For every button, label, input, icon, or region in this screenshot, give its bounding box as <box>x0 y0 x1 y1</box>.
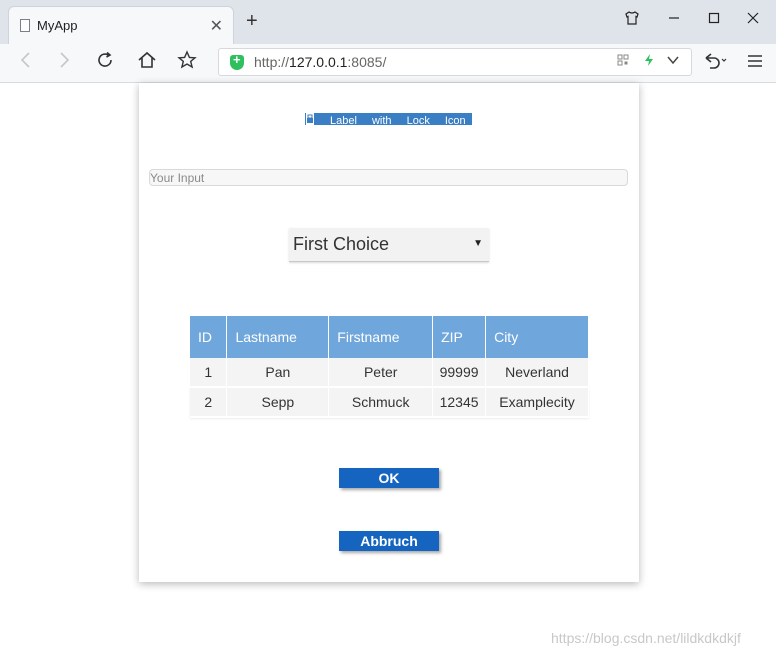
url-host: 127.0.0.1 <box>289 54 348 70</box>
plus-icon[interactable]: + <box>246 11 258 31</box>
forward-icon[interactable] <box>52 50 78 76</box>
lightning-icon[interactable] <box>643 53 655 70</box>
browser-toolbar: http://127.0.0.1:8085/ <box>0 44 776 83</box>
table-cell: Sepp <box>226 387 330 418</box>
close-icon[interactable]: ✕ <box>210 16 223 36</box>
table-row[interactable]: 1 Pan Peter 99999 Neverland <box>190 358 589 388</box>
url-text: http://127.0.0.1:8085/ <box>254 54 386 70</box>
dropdown-arrow-icon: ▼ <box>473 238 483 249</box>
home-icon[interactable] <box>134 50 160 76</box>
column-header[interactable]: Lastname <box>226 316 330 358</box>
reload-icon[interactable] <box>92 50 118 76</box>
table-cell: 99999 <box>432 358 487 388</box>
url-scheme: http:// <box>254 54 290 70</box>
table-cell: Pan <box>226 358 330 388</box>
shirt-icon[interactable] <box>617 10 647 32</box>
star-icon[interactable] <box>174 50 200 76</box>
table-header-row: ID Lastname Firstname ZIP City <box>190 316 589 358</box>
ok-button[interactable]: OK <box>339 468 439 488</box>
column-header[interactable]: Firstname <box>328 316 434 358</box>
lock-icon <box>305 113 315 125</box>
table-row[interactable]: 2 Sepp Schmuck 12345 Examplecity <box>190 387 589 418</box>
browser-titlebar: MyApp ✕ + <box>0 0 776 45</box>
url-rest: :8085/ <box>347 54 387 70</box>
column-header[interactable]: City <box>485 316 589 358</box>
back-icon[interactable] <box>12 50 38 76</box>
table-cell: Peter <box>328 358 434 388</box>
table-cell: Examplecity <box>485 387 589 418</box>
column-header[interactable]: ZIP <box>432 316 487 358</box>
chevron-down-icon[interactable] <box>666 53 680 70</box>
data-table: ID Lastname Firstname ZIP City 1 Pan Pet… <box>190 316 589 418</box>
minimize-icon[interactable] <box>659 10 689 32</box>
shield-icon <box>230 52 244 70</box>
table-cell: Schmuck <box>328 387 434 418</box>
choice-select[interactable]: First Choice ▼ <box>289 228 489 262</box>
watermark: https://blog.csdn.net/lildkdkdkjf <box>551 630 741 646</box>
lock-label: Label with Lock Icon <box>305 113 472 125</box>
table-cell: 2 <box>190 387 228 418</box>
table-cell: 12345 <box>432 387 487 418</box>
qr-icon[interactable] <box>617 53 629 69</box>
table-cell: Neverland <box>485 358 589 388</box>
column-header[interactable]: ID <box>190 316 228 358</box>
address-bar[interactable]: http://127.0.0.1:8085/ <box>218 48 692 76</box>
window-close-icon[interactable] <box>738 10 768 32</box>
page-icon <box>20 19 30 32</box>
select-value: First Choice <box>293 234 390 254</box>
menu-icon[interactable] <box>742 50 768 76</box>
maximize-icon[interactable] <box>699 10 729 32</box>
undo-icon[interactable] <box>698 50 732 76</box>
table-cell: 1 <box>190 358 228 388</box>
lock-label-text: Label with Lock Icon <box>330 115 466 125</box>
tab-title: MyApp <box>37 18 78 33</box>
cancel-button[interactable]: Abbruch <box>339 531 439 551</box>
browser-tab[interactable]: MyApp ✕ <box>8 6 234 44</box>
text-input[interactable] <box>149 169 628 186</box>
